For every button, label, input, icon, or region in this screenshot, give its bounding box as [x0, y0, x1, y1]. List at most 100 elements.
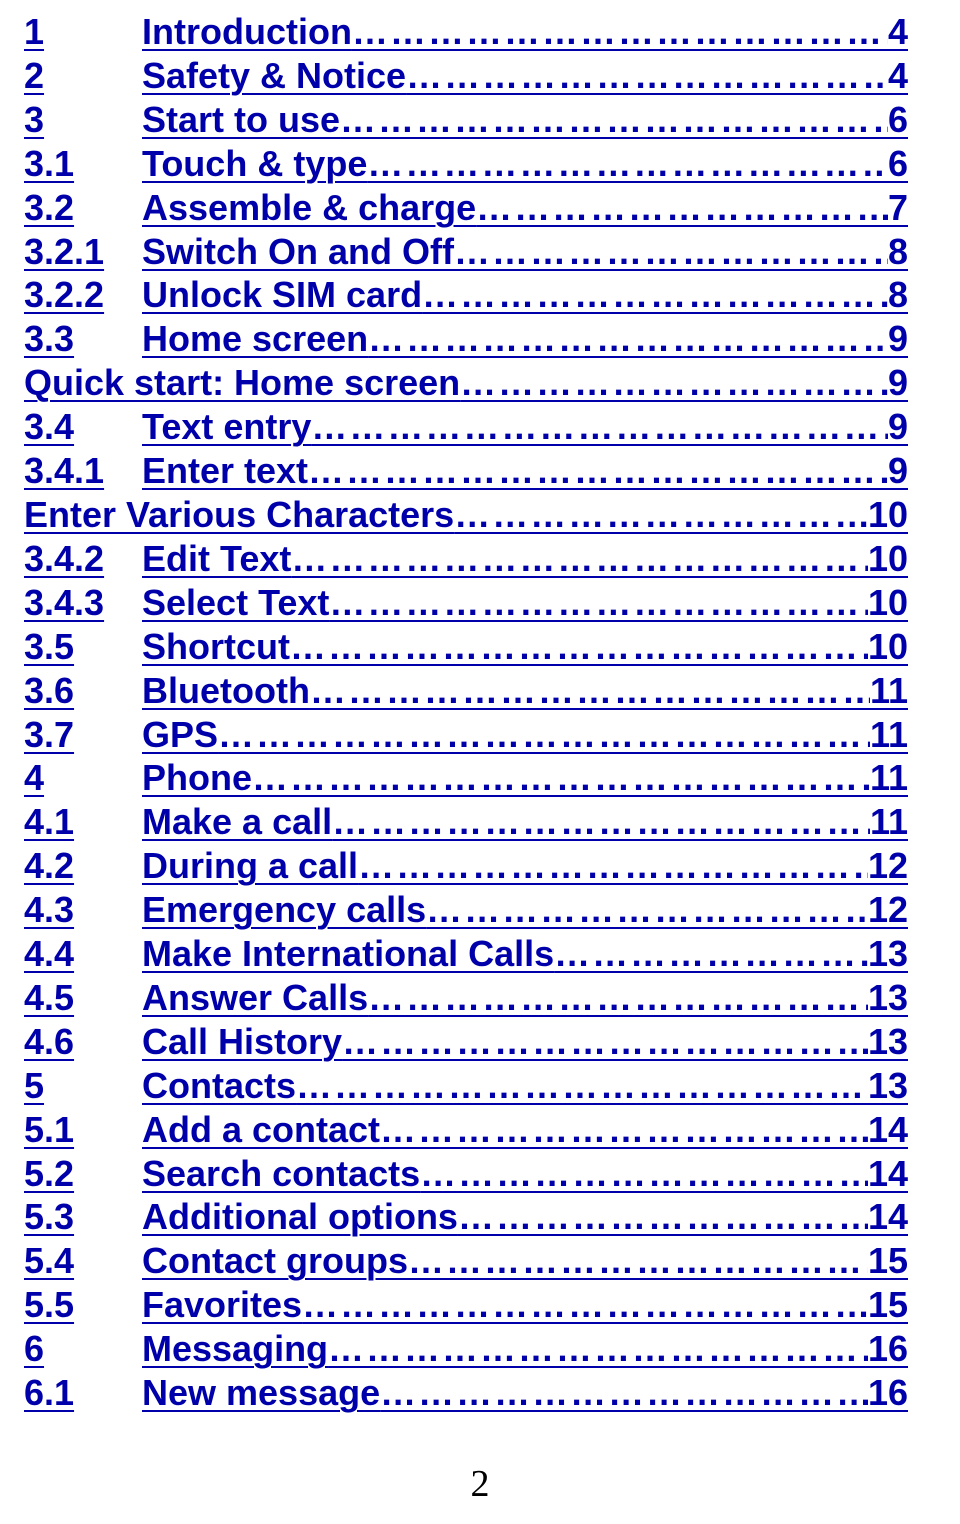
- toc-leader-dots: …………………………………………………………………………………………………………: [291, 537, 868, 581]
- toc-entry-number: 4.4: [24, 932, 142, 976]
- toc-entry-title: Switch On and Off: [142, 230, 454, 274]
- toc-entry-page: 13: [868, 1064, 908, 1108]
- toc-entry-title: Favorites: [142, 1283, 302, 1327]
- toc-entry-number: 5: [24, 1064, 142, 1108]
- toc-entry-page: 4: [888, 10, 908, 54]
- toc-entry-page: 11: [870, 713, 908, 757]
- toc-entry[interactable]: 3.7GPS……………………………………………………………………………………………: [24, 713, 908, 757]
- toc-leader-dots: …………………………………………………………………………………………………………: [252, 756, 870, 800]
- toc-entry[interactable]: 3.6Bluetooth……………………………………………………………………………: [24, 669, 908, 713]
- toc-entry-title: Call History: [142, 1020, 342, 1064]
- toc-entry[interactable]: 3.4.1Enter text……………………………………………………………………: [24, 449, 908, 493]
- toc-entry[interactable]: 3.3Home screen………………………………………………………………………: [24, 317, 908, 361]
- toc-entry[interactable]: 3.1Touch & type……………………………………………………………………: [24, 142, 908, 186]
- toc-entry[interactable]: Enter Various Characters……………………………………………: [24, 493, 908, 537]
- toc-entry[interactable]: 3.5Shortcut………………………………………………………………………………: [24, 625, 908, 669]
- toc-entry[interactable]: 5.4Contact groups………………………………………………………………: [24, 1239, 908, 1283]
- toc-entry-number: 3.2.1: [24, 230, 142, 274]
- toc-leader-dots: …………………………………………………………………………………………………………: [308, 449, 888, 493]
- toc-entry[interactable]: Quick start: Home screen……………………………………………: [24, 361, 908, 405]
- toc-entry-title: Make International Calls: [142, 932, 554, 976]
- toc-entry[interactable]: 5.2Search contacts……………………………………………………………: [24, 1152, 908, 1196]
- toc-entry-page: 12: [868, 888, 908, 932]
- toc-leader-dots: …………………………………………………………………………………………………………: [329, 581, 868, 625]
- toc-entry[interactable]: 5.3Additional options……………………………………………………: [24, 1195, 908, 1239]
- toc-leader-dots: …………………………………………………………………………………………………………: [380, 1371, 868, 1415]
- toc-entry[interactable]: 5Contacts……………………………………………………………………………………: [24, 1064, 908, 1108]
- toc-entry[interactable]: 5.1Add a contact…………………………………………………………………: [24, 1108, 908, 1152]
- toc-entry-title: Unlock SIM card: [142, 273, 422, 317]
- toc-entry[interactable]: 6.1New message………………………………………………………………………: [24, 1371, 908, 1415]
- toc-leader-dots: …………………………………………………………………………………………………………: [340, 98, 888, 142]
- toc-entry-title: Contacts: [142, 1064, 296, 1108]
- toc-entry[interactable]: 3.4Text entry…………………………………………………………………………: [24, 405, 908, 449]
- toc-entry[interactable]: 4.6Call History……………………………………………………………………: [24, 1020, 908, 1064]
- toc-entry-number: 1: [24, 10, 142, 54]
- toc-leader-dots: …………………………………………………………………………………………………………: [328, 1327, 868, 1371]
- toc-leader-dots: …………………………………………………………………………………………………………: [406, 54, 888, 98]
- toc-entry-title: Edit Text: [142, 537, 291, 581]
- toc-entry-number: 5.1: [24, 1108, 142, 1152]
- toc-leader-dots: …………………………………………………………………………………………………………: [420, 1152, 868, 1196]
- toc-entry[interactable]: 4.3Emergency calls……………………………………………………………: [24, 888, 908, 932]
- toc-entry-title: Shortcut: [142, 625, 290, 669]
- toc-entry-page: 13: [868, 976, 908, 1020]
- toc-entry-page: 9: [888, 361, 908, 405]
- toc-entry-number: 3.4.3: [24, 581, 142, 625]
- toc-entry-title: Answer Calls: [142, 976, 368, 1020]
- toc-entry[interactable]: 4.2During a call…………………………………………………………………: [24, 844, 908, 888]
- toc-entry[interactable]: 3.2Assemble & charge………………………………………………………: [24, 186, 908, 230]
- toc-entry[interactable]: 3.4.2Edit Text………………………………………………………………………: [24, 537, 908, 581]
- toc-entry[interactable]: 6Messaging…………………………………………………………………………………: [24, 1327, 908, 1371]
- toc-entry-number: 3.4: [24, 405, 142, 449]
- toc-entry[interactable]: 3.2.2Unlock SIM card………………………………………………………: [24, 273, 908, 317]
- toc-entry[interactable]: 4.1Make a call………………………………………………………………………: [24, 800, 908, 844]
- toc-entry[interactable]: 3Start to use…………………………………………………………………………: [24, 98, 908, 142]
- toc-entry-title: Introduction: [142, 10, 352, 54]
- toc-entry[interactable]: 4.4Make International Calls……………………………………: [24, 932, 908, 976]
- toc-entry-page: 11: [870, 756, 908, 800]
- toc-entry-title: Phone: [142, 756, 252, 800]
- toc-entry-page: 10: [868, 581, 908, 625]
- toc-leader-dots: …………………………………………………………………………………………………………: [454, 493, 868, 537]
- toc-entry-title: Home screen: [142, 317, 368, 361]
- toc-entry-title: GPS: [142, 713, 218, 757]
- toc-entry-page: 16: [868, 1327, 908, 1371]
- toc-leader-dots: …………………………………………………………………………………………………………: [554, 932, 868, 976]
- toc-entry-page: 11: [870, 800, 908, 844]
- toc-entry-number: 3.5: [24, 625, 142, 669]
- toc-entry-number: 3.1: [24, 142, 142, 186]
- toc-entry-title: New message: [142, 1371, 380, 1415]
- toc-entry-number: 2: [24, 54, 142, 98]
- toc-entry-number: 3: [24, 98, 142, 142]
- toc-leader-dots: …………………………………………………………………………………………………………: [358, 844, 868, 888]
- toc-entry-page: 14: [868, 1152, 908, 1196]
- toc-entry-page: 7: [888, 186, 908, 230]
- toc-leader-dots: …………………………………………………………………………………………………………: [408, 1239, 868, 1283]
- toc-entry-number: 3.7: [24, 713, 142, 757]
- toc-entry-number: 5.3: [24, 1195, 142, 1239]
- toc-leader-dots: …………………………………………………………………………………………………………: [368, 317, 888, 361]
- toc-entry[interactable]: 1Introduction…………………………………………………………………………: [24, 10, 908, 54]
- toc-entry-page: 10: [868, 537, 908, 581]
- toc-entry-number: 3.2.2: [24, 273, 142, 317]
- toc-entry-page: 10: [868, 493, 908, 537]
- toc-entry[interactable]: 4.5Answer Calls……………………………………………………………………: [24, 976, 908, 1020]
- toc-entry[interactable]: 2Safety & Notice…………………………………………………………………: [24, 54, 908, 98]
- toc-entry-page: 15: [868, 1283, 908, 1327]
- toc-entry-title: Safety & Notice: [142, 54, 406, 98]
- toc-entry[interactable]: 4Phone……………………………………………………………………………………………: [24, 756, 908, 800]
- toc-entry-title: Text entry: [142, 405, 311, 449]
- toc-entry[interactable]: 3.4.3Select Text…………………………………………………………………: [24, 581, 908, 625]
- toc-entry[interactable]: 3.2.1Switch On and Off…………………………………………………: [24, 230, 908, 274]
- toc-entry-title: Search contacts: [142, 1152, 420, 1196]
- toc-entry-page: 13: [868, 1020, 908, 1064]
- toc-entry-title: Select Text: [142, 581, 329, 625]
- toc-entry-page: 13: [868, 932, 908, 976]
- toc-entry[interactable]: 5.5Favorites……………………………………………………………………………: [24, 1283, 908, 1327]
- toc-entry-number: 4.6: [24, 1020, 142, 1064]
- toc-entry-number: 3.4.1: [24, 449, 142, 493]
- toc-entry-page: 6: [888, 98, 908, 142]
- toc-entry-page: 8: [888, 273, 908, 317]
- toc-leader-dots: …………………………………………………………………………………………………………: [460, 361, 888, 405]
